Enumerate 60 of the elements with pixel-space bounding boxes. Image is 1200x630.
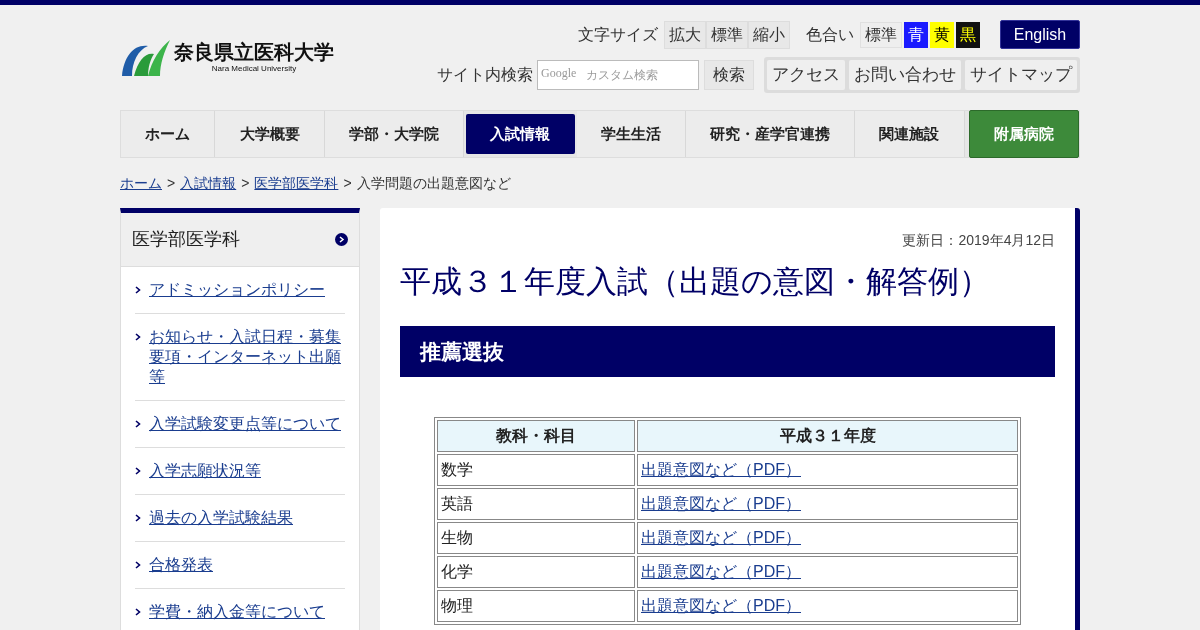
breadcrumb-link[interactable]: ホーム [120, 172, 162, 194]
table-header: 教科・科目 [437, 419, 635, 452]
breadcrumb-separator: > [241, 173, 250, 193]
nav-tab[interactable]: 学部・大学院 [324, 111, 465, 157]
nav-tab[interactable]: 学生生活 [576, 111, 686, 157]
table-cell: 生物 [437, 521, 635, 554]
color-scheme-button[interactable]: 黒 [956, 21, 980, 48]
table-cell: 数学 [437, 453, 635, 486]
breadcrumb-separator: > [167, 173, 176, 193]
chevron-icon [135, 333, 141, 341]
nav-tab[interactable]: 大学概要 [215, 111, 325, 157]
nav-tab[interactable]: 研究・産学官連携 [685, 111, 856, 157]
chevron-icon [135, 467, 141, 475]
table-header: 平成３１年度 [637, 419, 1018, 452]
nav-tab[interactable]: ホーム [121, 111, 216, 157]
search-button[interactable]: 検索 [704, 60, 754, 90]
font-size-button[interactable]: 縮小 [748, 20, 790, 49]
color-scheme-button[interactable]: 標準 [860, 21, 902, 48]
breadcrumb-link[interactable]: 入試情報 [180, 172, 237, 194]
table-cell: 英語 [437, 487, 635, 520]
breadcrumb-separator: > [343, 173, 352, 193]
sidebar-link[interactable]: 過去の入学試験結果 [149, 508, 293, 528]
utility-link[interactable]: サイトマップ [965, 60, 1077, 90]
chevron-icon [135, 608, 141, 616]
sidebar-link[interactable]: 入学試験変更点等について [149, 414, 341, 434]
font-size-button[interactable]: 標準 [706, 20, 748, 49]
logo-name: 奈良県立医科大学 [174, 41, 334, 62]
table-cell: 化学 [437, 555, 635, 588]
color-scheme-button[interactable]: 黄 [930, 21, 954, 48]
utility-link[interactable]: お問い合わせ [849, 60, 961, 90]
english-button[interactable]: English [1000, 20, 1080, 49]
page-title: 平成３１年度入試（出題の意図・解答例） [400, 263, 991, 301]
breadcrumb-current: 入学問題の出題意図など [356, 173, 511, 193]
logo-icon [120, 38, 170, 76]
chevron-icon [135, 514, 141, 522]
table-cell: 物理 [437, 589, 635, 622]
chevron-icon [135, 286, 141, 294]
section-heading: 推薦選抜 [400, 325, 1055, 377]
sidebar-link[interactable]: 学費・納入金等について [149, 602, 325, 622]
chevron-icon [135, 561, 141, 569]
sidebar-link[interactable]: お知らせ・入試日程・募集要項・インターネット出願等 [149, 327, 345, 387]
sidebar-heading: 医学部医学科 [132, 228, 240, 251]
sidebar-link[interactable]: 合格発表 [149, 555, 213, 575]
sidebar-link[interactable]: 入学志願状況等 [149, 461, 261, 481]
search-brand: Google [541, 67, 577, 79]
updated-date: 更新日：2019年4月12日 [902, 231, 1055, 250]
color-scheme-label: 色合い [806, 24, 854, 45]
breadcrumb-link[interactable]: 医学部医学科 [254, 172, 339, 194]
search-label: サイト内検索 [437, 65, 533, 85]
color-scheme-button[interactable]: 青 [904, 21, 928, 48]
utility-link[interactable]: アクセス [767, 60, 845, 90]
sidebar-link[interactable]: アドミッションポリシー [149, 280, 325, 300]
chevron-circle-icon [335, 233, 348, 246]
nav-tab[interactable]: 入試情報 [466, 114, 575, 154]
logo-subtitle: Nara Medical University [211, 64, 297, 73]
nav-tab[interactable]: 関連施設 [855, 111, 965, 157]
font-size-label: 文字サイズ [578, 24, 658, 45]
nav-tab[interactable]: 附属病院 [968, 110, 1079, 158]
chevron-icon [135, 420, 141, 428]
font-size-button[interactable]: 拡大 [664, 20, 706, 49]
